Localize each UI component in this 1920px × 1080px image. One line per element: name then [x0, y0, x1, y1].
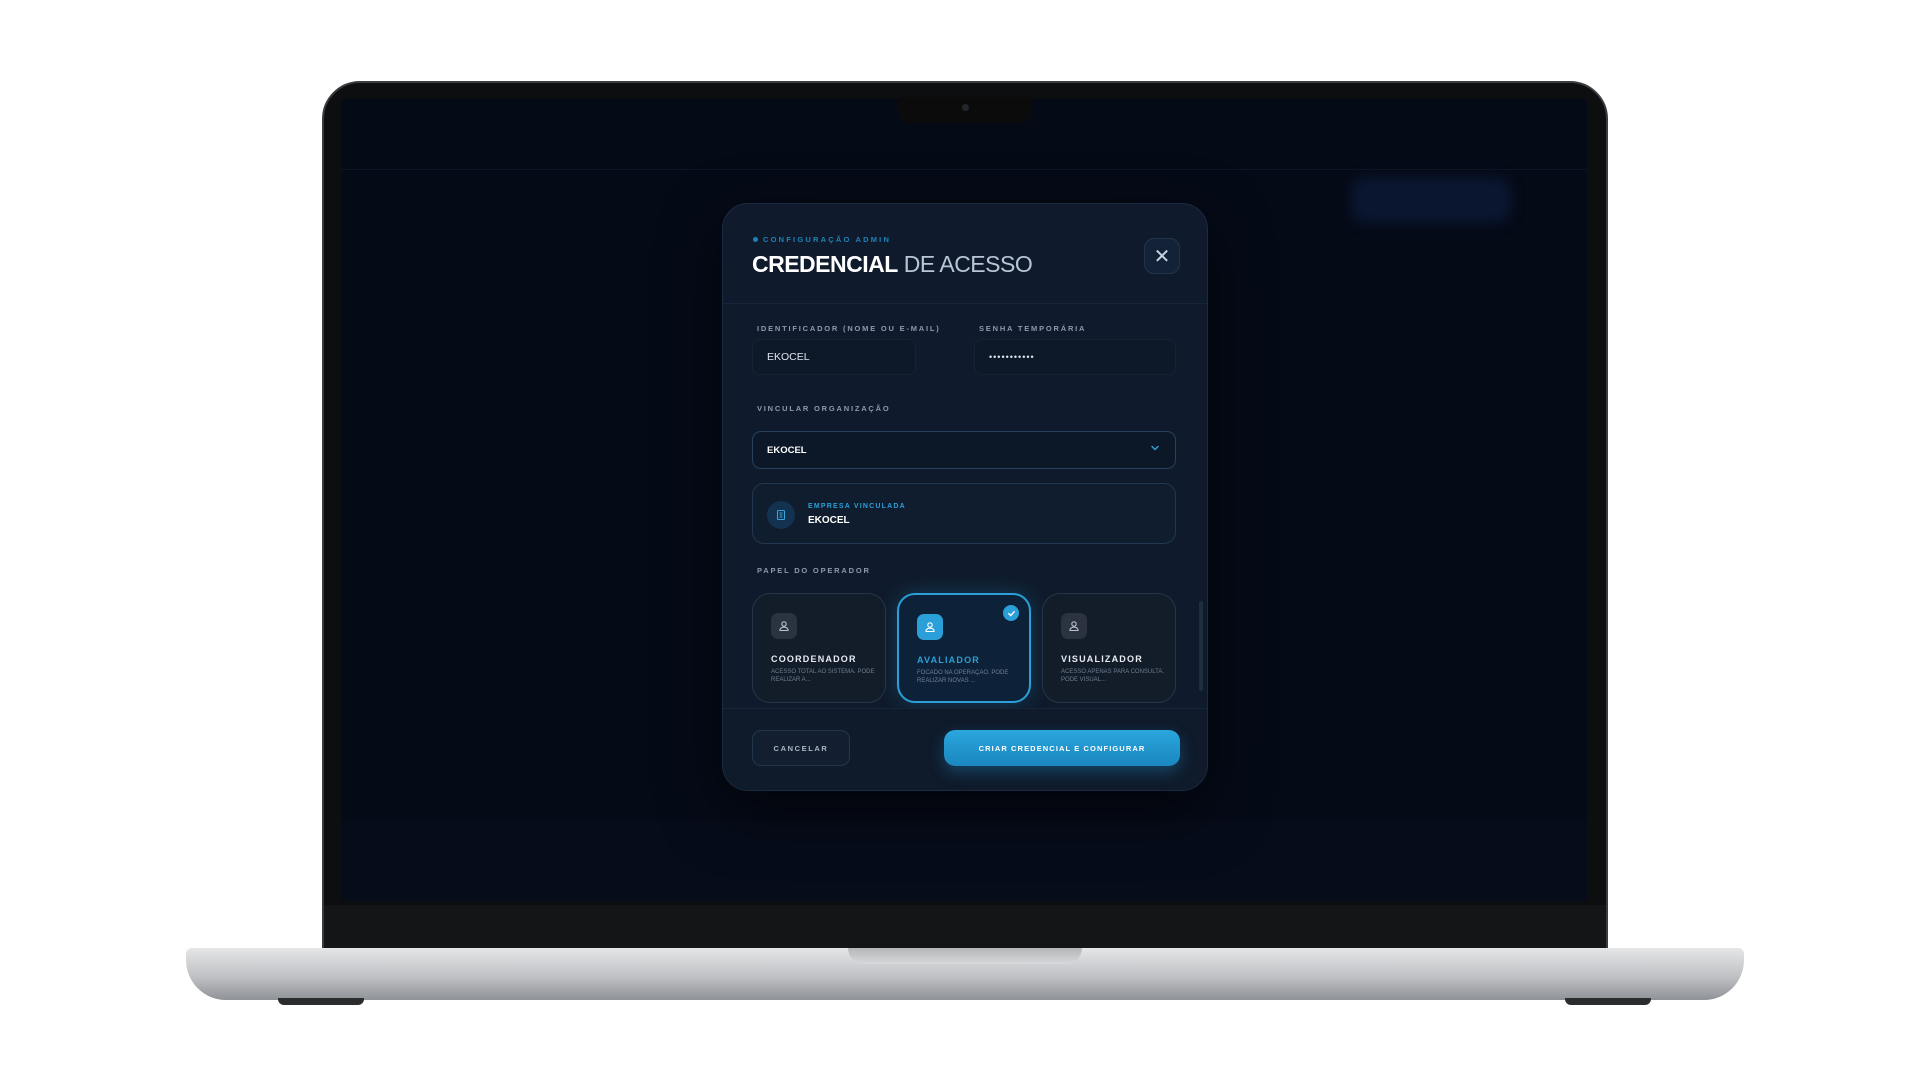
role-description: ACESSO TOTAL AO SISTEMA. PODE REALIZAR A… [771, 669, 875, 683]
user-icon [1061, 613, 1087, 639]
identifier-input[interactable]: EKOCEL [752, 339, 916, 375]
background-footer [341, 821, 1587, 901]
role-label: PAPEL DO OPERADOR [757, 566, 871, 575]
user-icon [771, 613, 797, 639]
password-label: SENHA TEMPORÁRIA [979, 324, 1087, 333]
laptop-opening-groove [848, 948, 1082, 964]
laptop-screen: CONFIGURAÇÃO ADMIN CREDENCIAL DE ACESSO ✕… [341, 99, 1587, 901]
modal-header: CONFIGURAÇÃO ADMIN CREDENCIAL DE ACESSO ✕ [723, 204, 1207, 304]
eyebrow-text: CONFIGURAÇÃO ADMIN [763, 235, 892, 244]
background-button-blurred [1351, 177, 1511, 223]
credential-modal: CONFIGURAÇÃO ADMIN CREDENCIAL DE ACESSO ✕… [722, 203, 1208, 791]
role-description: ACESSO APENAS PARA CONSULTA. PODE VISUAL… [1061, 669, 1165, 683]
role-name: VISUALIZADOR [1061, 654, 1143, 664]
modal-scrollbar[interactable] [1199, 601, 1203, 691]
user-icon [917, 614, 943, 640]
close-icon: ✕ [1153, 245, 1171, 268]
modal-title: CREDENCIAL DE ACESSO [752, 251, 1033, 278]
organization-label: VINCULAR ORGANIZAÇÃO [757, 404, 891, 413]
linked-company-label: EMPRESA VINCULADA [808, 503, 906, 510]
organization-select[interactable]: EKOCEL [752, 431, 1176, 469]
camera-icon [962, 104, 969, 111]
laptop-foot-right [1565, 998, 1651, 1005]
chevron-down-icon [1151, 445, 1159, 451]
linked-company-name: EKOCEL [808, 515, 850, 526]
close-button[interactable]: ✕ [1144, 238, 1180, 274]
role-description: FOCADO NA OPERAÇÃO. PODE REALIZAR NOVAS … [917, 670, 1009, 684]
modal-title-strong: CREDENCIAL [752, 251, 898, 277]
linked-company-card: EMPRESA VINCULADA EKOCEL [752, 483, 1176, 544]
create-credential-button[interactable]: CRIAR CREDENCIAL E CONFIGURAR [944, 730, 1180, 766]
role-name: AVALIADOR [917, 655, 980, 665]
role-name: COORDENADOR [771, 654, 857, 664]
laptop-foot-left [278, 998, 364, 1005]
eyebrow-dot-icon [753, 237, 758, 242]
building-icon [767, 501, 795, 529]
identifier-label: IDENTIFICADOR (NOME OU E-MAIL) [757, 324, 941, 333]
laptop-screen-chin [324, 905, 1606, 951]
organization-select-value: EKOCEL [767, 444, 807, 456]
cancel-button[interactable]: CANCELAR [752, 730, 850, 766]
modal-eyebrow: CONFIGURAÇÃO ADMIN [753, 235, 891, 244]
password-input[interactable]: ••••••••••• [974, 339, 1176, 375]
role-card-avaliador[interactable]: AVALIADOR FOCADO NA OPERAÇÃO. PODE REALI… [897, 593, 1031, 703]
role-card-coordenador[interactable]: COORDENADOR ACESSO TOTAL AO SISTEMA. POD… [752, 593, 886, 703]
background-header-divider [341, 169, 1587, 170]
role-card-visualizador[interactable]: VISUALIZADOR ACESSO APENAS PARA CONSULTA… [1042, 593, 1176, 703]
modal-title-light: DE ACESSO [903, 251, 1033, 277]
check-icon [1003, 605, 1019, 621]
